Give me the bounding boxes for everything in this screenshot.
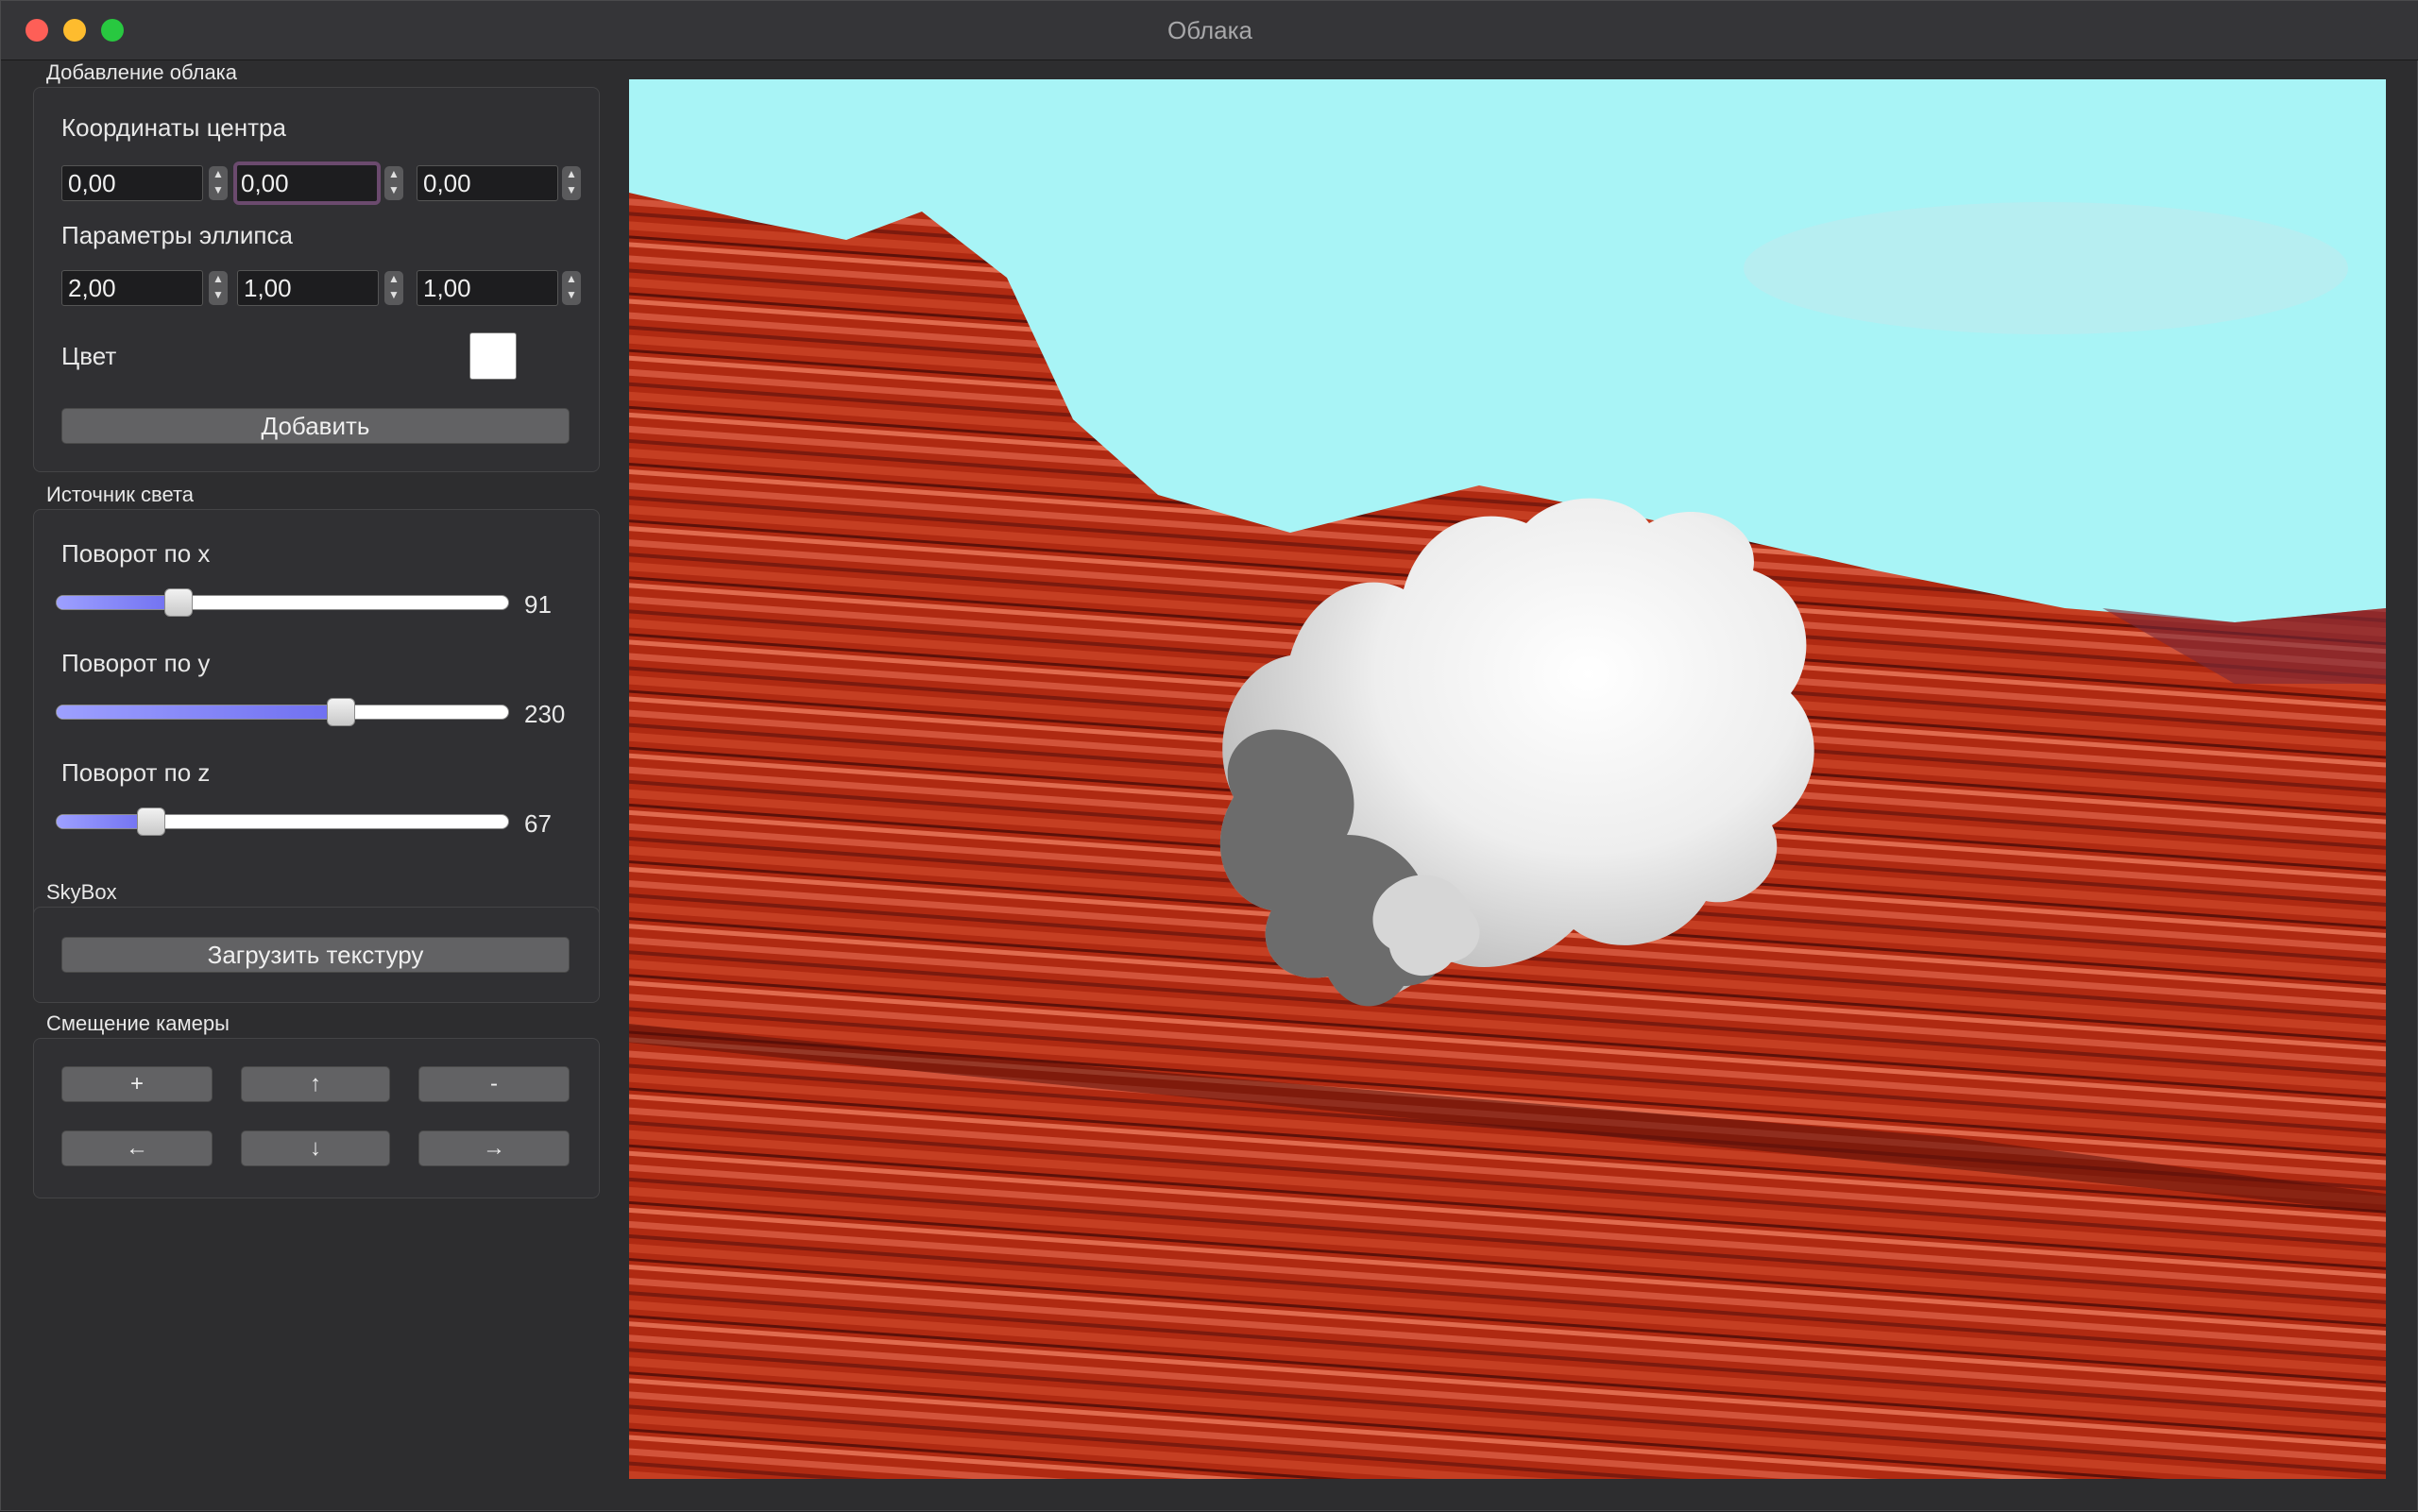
rotation-y-label: Поворот по y	[61, 649, 211, 677]
color-picker-swatch[interactable]	[469, 332, 517, 380]
window-title: Облака	[1167, 16, 1252, 44]
ellipse-c-input[interactable]: 1,00	[417, 270, 558, 306]
move-left-button[interactable]: ←	[61, 1130, 213, 1166]
rotation-x-label: Поворот по x	[61, 539, 211, 568]
rotation-y-fill	[57, 705, 342, 719]
move-up-button[interactable]: ↑	[241, 1066, 390, 1102]
color-label: Цвет	[61, 342, 117, 370]
rotation-x-handle[interactable]	[163, 588, 193, 617]
rotation-z-handle[interactable]	[136, 807, 165, 836]
rotation-x-fill	[57, 596, 179, 609]
rotation-y-handle[interactable]	[327, 698, 356, 726]
scene-canvas[interactable]	[629, 79, 2386, 1479]
ellipse-b-input[interactable]: 1,00	[237, 270, 379, 306]
center-y-input[interactable]: 0,00	[233, 161, 381, 205]
move-down-button[interactable]: ↓	[241, 1130, 390, 1166]
center-z-stepper-icon[interactable]: ▲ ▼	[562, 166, 581, 200]
rotation-z-track[interactable]	[56, 814, 509, 829]
zoom-out-button[interactable]: -	[418, 1066, 570, 1102]
load-texture-button[interactable]: Загрузить текстуру	[61, 937, 570, 973]
ellipse-b-stepper-icon[interactable]: ▲ ▼	[384, 271, 403, 305]
title-bar[interactable]: Облака	[1, 1, 2418, 60]
move-right-button[interactable]: →	[418, 1130, 570, 1166]
camera-group-box	[33, 1038, 600, 1198]
rotation-x-slider[interactable]	[56, 588, 509, 617]
rotation-y-value: 230	[524, 700, 566, 728]
rotation-z-slider[interactable]	[56, 807, 509, 836]
cloud-group-title: Добавление облака	[46, 60, 238, 84]
control-panel: Добавление облака Координаты центра 0,00…	[1, 60, 615, 1512]
rotation-z-label: Поворот по z	[61, 758, 211, 787]
ellipse-c-stepper-icon[interactable]: ▲ ▼	[562, 271, 581, 305]
rotation-x-value: 91	[524, 590, 552, 619]
app-window: Облака Добавление облака Координаты цент…	[0, 0, 2418, 1511]
rotation-y-track[interactable]	[56, 705, 509, 720]
center-y-stepper-icon[interactable]: ▲ ▼	[384, 166, 403, 200]
skybox-group-title: SkyBox	[46, 880, 117, 904]
ellipse-a-stepper-icon[interactable]: ▲ ▼	[209, 271, 228, 305]
rotation-z-value: 67	[524, 809, 552, 838]
light-group-title: Источник света	[46, 483, 195, 506]
center-x-stepper-icon[interactable]: ▲ ▼	[209, 166, 228, 200]
center-x-input[interactable]: 0,00	[61, 165, 203, 201]
center-coordinates-label: Координаты центра	[61, 113, 286, 142]
center-z-input[interactable]: 0,00	[417, 165, 558, 201]
rotation-y-slider[interactable]	[56, 698, 509, 726]
sky-haze	[1744, 202, 2348, 334]
ellipse-a-input[interactable]: 2,00	[61, 270, 203, 306]
camera-group-title: Смещение камеры	[46, 1011, 230, 1035]
rotation-x-track[interactable]	[56, 595, 509, 610]
scene-viewport[interactable]	[629, 79, 2386, 1479]
add-cloud-button[interactable]: Добавить	[61, 408, 570, 444]
ellipse-params-label: Параметры эллипса	[61, 221, 293, 249]
zoom-in-button[interactable]: +	[61, 1066, 213, 1102]
